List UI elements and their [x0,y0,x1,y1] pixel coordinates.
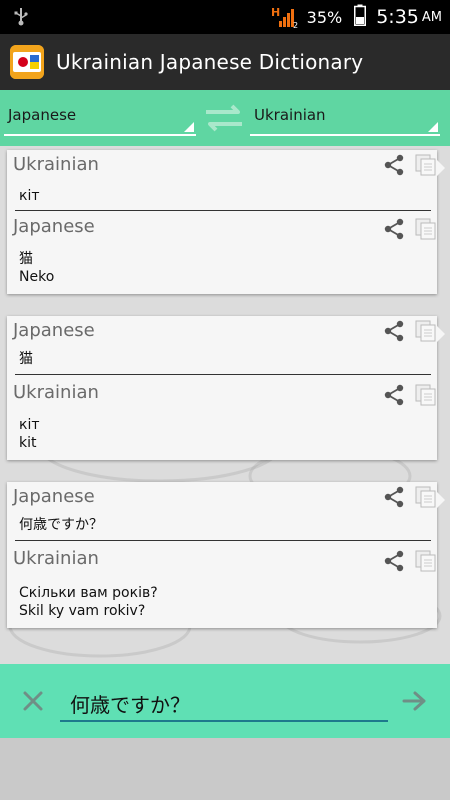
translation-card[interactable]: Ukrainian кіт Japanese 猫 Neko [7,150,445,294]
target-language-select[interactable]: Ukrainian [250,100,440,136]
card-top-language: Japanese [13,320,95,341]
copy-icon[interactable] [415,550,437,576]
battery-icon [354,4,367,30]
copy-icon[interactable] [415,320,437,346]
card-bottom-line-1: кіт [19,417,40,433]
card-bottom-line-2: Skil ky vam rokiv? [19,603,146,619]
card-divider [15,540,431,541]
share-icon[interactable] [383,154,405,180]
copy-icon[interactable] [415,486,437,512]
action-bar: Ukrainian Japanese Dictionary [0,34,450,90]
share-icon[interactable] [383,486,405,512]
input-bar [0,664,450,738]
share-icon[interactable] [383,550,405,576]
card-top-section: Ukrainian кіт [7,150,437,212]
card-bottom-section: Japanese 猫 Neko [7,212,437,294]
source-language-label: Japanese [8,106,77,124]
svg-text:2: 2 [293,21,298,29]
swap-icon[interactable] [202,100,246,140]
card-bottom-line-1: Скільки вам років? [19,585,158,601]
copy-icon[interactable] [415,218,437,244]
card-bottom-language: Japanese [13,216,95,237]
card-bottom-section: Ukrainian кіт kit [7,378,437,460]
card-top-language: Ukrainian [13,154,99,175]
status-bar: H 2 35% 5:35 AM [0,0,450,34]
clock-ampm: AM [421,9,442,25]
card-top-text: 何歳ですか？ [19,517,103,533]
card-top-section: Japanese 猫 [7,316,437,378]
svg-text:H: H [271,6,280,19]
card-divider [15,374,431,375]
card-divider [15,210,431,211]
language-bar: Japanese Ukrainian [0,90,450,146]
share-icon[interactable] [383,218,405,244]
share-icon[interactable] [383,384,405,410]
clock-time: 5:35 [376,6,419,28]
share-icon[interactable] [383,320,405,346]
close-icon[interactable] [22,690,44,716]
arrow-right-icon[interactable] [402,690,428,716]
dropdown-caret-icon [428,122,438,132]
card-top-text: 猫 [19,351,33,367]
signal-icon: H 2 [271,5,299,29]
translation-card[interactable]: Japanese 猫 Ukrainian кіт kit [7,316,445,460]
copy-icon[interactable] [415,384,437,410]
translation-card[interactable]: Japanese 何歳ですか？ Ukrainian Скільки вам ро… [7,482,445,628]
app-logo-icon [10,45,44,79]
app-title: Ukrainian Japanese Dictionary [56,50,364,74]
card-bottom-language: Ukrainian [13,382,99,403]
results-list[interactable]: Ukrainian кіт Japanese 猫 Neko Japanese 猫… [0,146,450,664]
card-bottom-line-2: Neko [19,269,55,285]
card-top-language: Japanese [13,486,95,507]
card-bottom-language: Ukrainian [13,548,99,569]
source-language-select[interactable]: Japanese [4,100,196,136]
battery-percent: 35% [306,7,343,27]
dropdown-caret-icon [184,122,194,132]
card-bottom-line-1: 猫 [19,251,33,267]
usb-icon [14,6,28,30]
card-bottom-line-2: kit [19,435,37,451]
copy-icon[interactable] [415,154,437,180]
bottom-area [0,738,450,800]
target-language-label: Ukrainian [254,106,326,124]
card-top-section: Japanese 何歳ですか？ [7,482,437,544]
search-input[interactable] [60,686,388,722]
card-top-text: кіт [19,188,40,204]
card-bottom-section: Ukrainian Скільки вам років? Skil ky vam… [7,544,437,628]
